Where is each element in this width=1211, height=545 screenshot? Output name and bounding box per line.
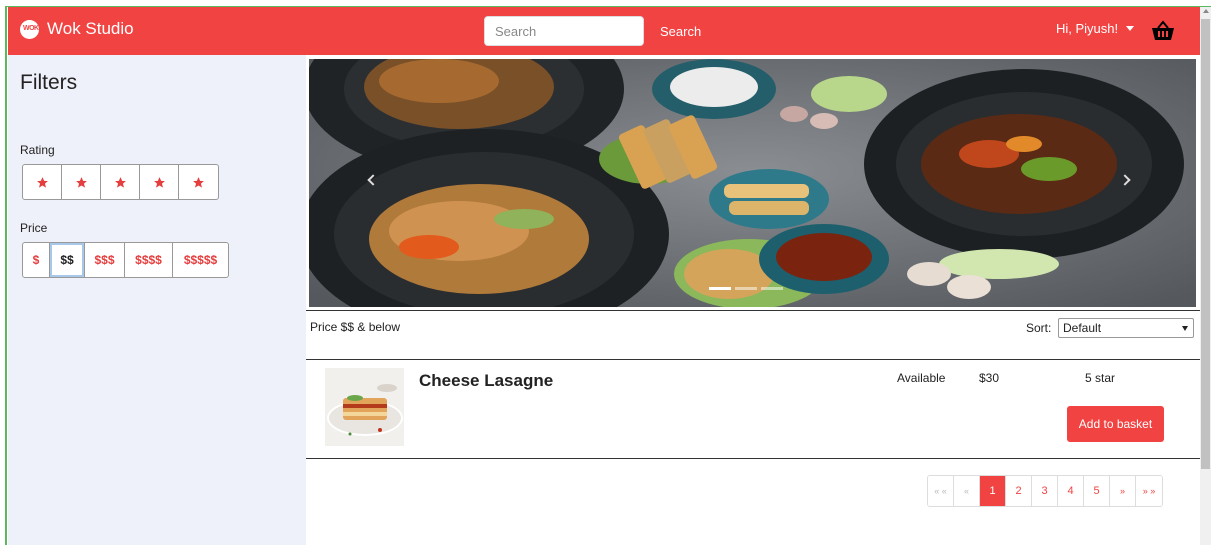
user-greeting: Hi, Piyush!	[1056, 21, 1119, 36]
product-thumbnail[interactable]	[325, 368, 404, 446]
rating-filter-group	[22, 164, 219, 200]
price-filter-3[interactable]: $$$	[85, 243, 125, 277]
filters-title: Filters	[20, 71, 78, 94]
brand-name: Wok Studio	[47, 19, 134, 38]
filters-sidebar: Filters Rating Price $ $$ $$$ $$$$ $$$$$	[8, 55, 306, 545]
pagination-page-1[interactable]: 1	[980, 476, 1006, 506]
carousel-food-image	[309, 59, 1196, 307]
add-to-basket-button[interactable]: Add to basket	[1067, 406, 1164, 442]
window-left-border	[0, 6, 7, 545]
price-label: Price	[20, 221, 48, 235]
product-name[interactable]: Cheese Lasagne	[419, 371, 553, 391]
brand[interactable]: WOK Wok Studio	[20, 19, 134, 39]
rating-filter-2[interactable]	[62, 165, 101, 199]
pagination-first[interactable]: « «	[928, 476, 954, 506]
price-filter-4[interactable]: $$$$	[125, 243, 173, 277]
rating-filter-5[interactable]	[179, 165, 218, 199]
page-scrollbar[interactable]	[1200, 7, 1211, 545]
food-carousel[interactable]	[309, 59, 1196, 307]
star-icon	[114, 176, 126, 188]
rating-label: Rating	[20, 143, 55, 157]
product-availability: Available	[897, 371, 946, 385]
price-filter-5[interactable]: $$$$$	[173, 243, 228, 277]
search-button[interactable]: Search	[660, 24, 701, 39]
star-icon	[153, 176, 165, 188]
scroll-thumb[interactable]	[1201, 19, 1210, 469]
price-summary: Price $$ & below	[310, 320, 401, 334]
pagination-prev[interactable]: «	[954, 476, 980, 506]
scroll-up-icon[interactable]	[1203, 9, 1209, 13]
pagination-page-5[interactable]: 5	[1084, 476, 1110, 506]
star-icon	[75, 176, 87, 188]
pagination-page-3[interactable]: 3	[1032, 476, 1058, 506]
carousel-indicator[interactable]	[709, 287, 731, 290]
sort-value: Default	[1063, 321, 1102, 335]
chevron-down-icon	[1126, 26, 1135, 31]
pagination-page-4[interactable]: 4	[1058, 476, 1084, 506]
pagination-page-2[interactable]: 2	[1006, 476, 1032, 506]
pagination: « « « 1 2 3 4 5 » » »	[927, 475, 1163, 507]
price-filter-1[interactable]: $	[23, 243, 50, 277]
results-toolbar: Price $$ & below Sort: Default	[306, 310, 1200, 360]
carousel-indicator[interactable]	[761, 287, 783, 290]
lasagne-image	[325, 368, 404, 446]
search-input[interactable]	[484, 16, 644, 46]
carousel-indicators	[709, 287, 783, 290]
rating-filter-3[interactable]	[101, 165, 140, 199]
product-price: $30	[979, 371, 1000, 385]
sort-label: Sort:	[1026, 321, 1052, 335]
brand-logo-icon: WOK	[20, 19, 39, 39]
pagination-last[interactable]: » »	[1136, 476, 1162, 506]
rating-filter-1[interactable]	[23, 165, 62, 199]
window-top-strip	[0, 0, 1211, 7]
chevron-down-icon	[1182, 326, 1188, 331]
star-icon	[36, 176, 48, 188]
pagination-next[interactable]: »	[1110, 476, 1136, 506]
star-icon	[193, 176, 204, 188]
product-row: Cheese Lasagne Available $30 5 star Add …	[306, 360, 1200, 459]
user-menu[interactable]: Hi, Piyush!	[1056, 21, 1135, 36]
rating-filter-4[interactable]	[140, 165, 179, 199]
navbar: WOK Wok Studio Search Hi, Piyush!	[8, 7, 1200, 55]
price-filter-group: $ $$ $$$ $$$$ $$$$$	[22, 242, 229, 278]
basket-icon[interactable]	[1151, 20, 1175, 42]
sort-select[interactable]: Default	[1058, 318, 1194, 338]
carousel-indicator[interactable]	[735, 287, 757, 290]
price-filter-2[interactable]: $$	[50, 243, 85, 277]
product-rating: 5 star	[1085, 371, 1116, 385]
